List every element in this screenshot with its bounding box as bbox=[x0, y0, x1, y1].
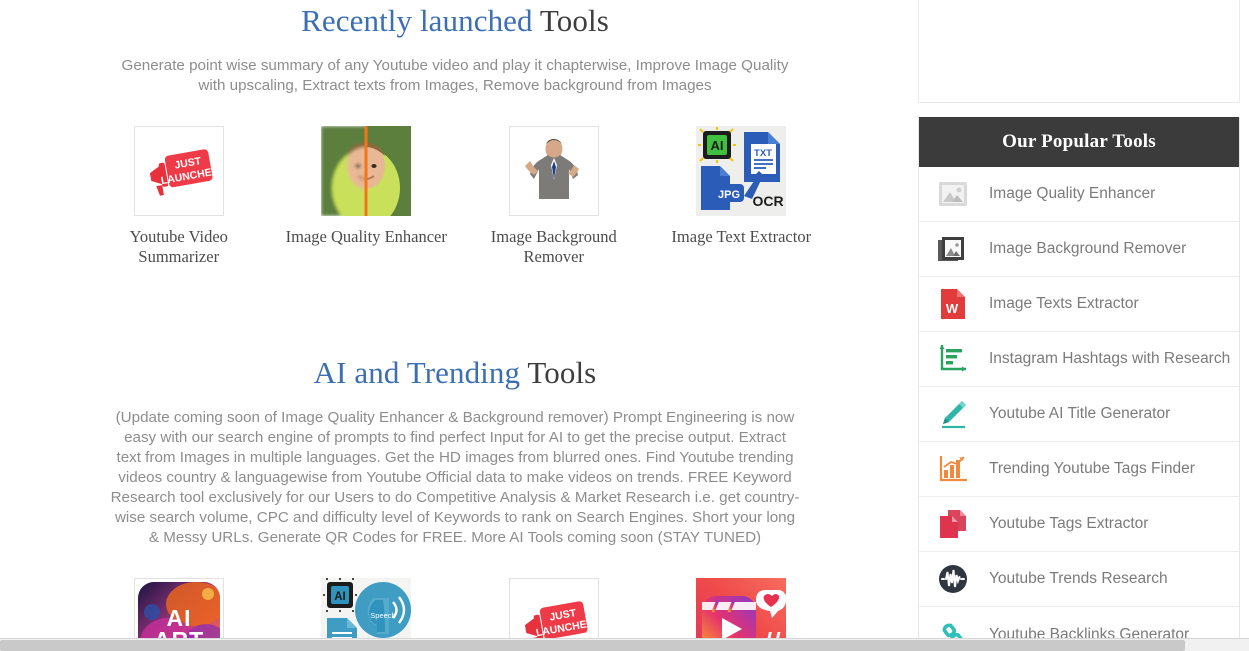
svg-text:AI: AI bbox=[335, 591, 347, 603]
svg-text:Speech: Speech bbox=[371, 611, 396, 620]
sidebar-item-label: Youtube AI Title Generator bbox=[989, 405, 1171, 422]
tool-card-instagram-hashtags[interactable]: 1 # bbox=[648, 578, 836, 645]
tool-card-image-background-remover[interactable]: Image Background Remover bbox=[460, 126, 648, 267]
ad-placeholder-box bbox=[918, 0, 1240, 103]
page-title: Recently launched Tools bbox=[0, 3, 910, 39]
section-title-rest: Tools bbox=[520, 355, 597, 390]
sidebar-item-youtube-tags-extractor[interactable]: Youtube Tags Extractor bbox=[919, 497, 1239, 552]
svg-text:1: 1 bbox=[782, 593, 786, 605]
page-title-highlight: Recently launched bbox=[301, 3, 533, 38]
tool-card-ai-art[interactable]: AI ART bbox=[85, 578, 273, 645]
image-stack-icon bbox=[933, 230, 973, 268]
sidebar-item-youtube-trends-research[interactable]: Youtube Trends Research bbox=[919, 552, 1239, 607]
man-cutout-icon[interactable] bbox=[508, 126, 599, 216]
tool-grid-ai-trending: AI ART AI Speech JUST LAUNCHED 1 bbox=[75, 578, 835, 645]
tool-card-label: Image Quality Enhancer bbox=[285, 227, 447, 246]
sidebar-item-trending-youtube-tags-finder[interactable]: Trending Youtube Tags Finder bbox=[919, 442, 1239, 497]
sidebar-item-label: Youtube Tags Extractor bbox=[989, 515, 1149, 532]
tool-card-label: Image Background Remover bbox=[490, 227, 617, 266]
sidebar-item-instagram-hashtags-research[interactable]: Instagram Hashtags with Research bbox=[919, 332, 1239, 387]
sidebar-item-label: Youtube Trends Research bbox=[989, 570, 1168, 587]
main-content-column: Recently launched Tools Generate point w… bbox=[0, 0, 910, 645]
horizontal-scrollbar[interactable] bbox=[0, 638, 1249, 651]
popular-tools-panel: Our Popular Tools Image Quality Enhancer bbox=[918, 117, 1240, 651]
svg-text:W: W bbox=[946, 301, 959, 316]
tool-card-image-text-extractor[interactable]: AI TXT JPG OCR Image Text Extractor bbox=[648, 126, 836, 267]
portrait-before-after-icon[interactable] bbox=[321, 126, 412, 216]
tool-card-text-to-speech[interactable]: AI Text bbox=[273, 578, 461, 645]
section-title-highlight: AI and Trending bbox=[313, 355, 521, 390]
svg-text:AI: AI bbox=[711, 138, 724, 153]
sidebar-item-image-quality-enhancer[interactable]: Image Quality Enhancer bbox=[919, 167, 1239, 222]
popular-tools-panel-title: Our Popular Tools bbox=[919, 117, 1239, 167]
horizontal-scrollbar-thumb[interactable] bbox=[0, 640, 1185, 651]
sidebar-item-label: Image Texts Extractor bbox=[989, 295, 1139, 312]
copy-pages-icon bbox=[933, 505, 973, 543]
sidebar-item-label: Instagram Hashtags with Research bbox=[989, 350, 1231, 367]
ai-art-brain-icon[interactable]: AI ART bbox=[133, 578, 224, 645]
instagram-reels-hashtag-icon[interactable]: 1 # bbox=[696, 578, 787, 645]
sidebar-item-image-texts-extractor[interactable]: W Image Texts Extractor bbox=[919, 277, 1239, 332]
svg-text:OCR: OCR bbox=[753, 193, 784, 209]
tool-card-just-launched[interactable]: JUST LAUNCHED bbox=[460, 578, 648, 645]
pencil-icon bbox=[933, 395, 973, 433]
tool-card-youtube-video-summarizer[interactable]: JUST LAUNCHED Youtube Video Summarizer bbox=[85, 126, 273, 267]
bar-chart-axis-icon bbox=[933, 340, 973, 378]
tool-card-image-quality-enhancer[interactable]: Image Quality Enhancer bbox=[273, 126, 461, 267]
page-title-rest: Tools bbox=[532, 3, 609, 38]
sidebar-item-label: Image Quality Enhancer bbox=[989, 185, 1156, 202]
sidebar-item-image-background-remover[interactable]: Image Background Remover bbox=[919, 222, 1239, 277]
tool-card-label: Image Text Extractor bbox=[671, 227, 812, 246]
just-launched-megaphone-icon[interactable]: JUST LAUNCHED bbox=[508, 578, 599, 645]
section-description-ai-trending: (Update coming soon of Image Quality Enh… bbox=[110, 409, 800, 546]
tool-card-label: Youtube Video Summarizer bbox=[129, 227, 228, 266]
sidebar-item-label: Trending Youtube Tags Finder bbox=[989, 460, 1195, 477]
svg-text:TXT: TXT bbox=[754, 148, 772, 159]
section-ai-and-trending: AI and Trending Tools (Update coming soo… bbox=[0, 355, 910, 645]
just-launched-megaphone-icon[interactable]: JUST LAUNCHED bbox=[133, 126, 224, 216]
word-document-icon: W bbox=[933, 285, 973, 323]
sidebar-item-youtube-ai-title-generator[interactable]: Youtube AI Title Generator bbox=[919, 387, 1239, 442]
section-title-ai-trending: AI and Trending Tools bbox=[0, 355, 910, 391]
waveform-globe-icon bbox=[933, 560, 973, 598]
trending-chart-icon bbox=[933, 450, 973, 488]
text-to-speech-icon[interactable]: AI Text bbox=[321, 578, 412, 645]
section-description: Generate point wise summary of any Youtu… bbox=[121, 57, 789, 94]
tool-grid-recently-launched: JUST LAUNCHED Youtube Video Summarizer I… bbox=[75, 126, 835, 267]
page-root: Recently launched Tools Generate point w… bbox=[0, 0, 1249, 651]
sidebar: Our Popular Tools Image Quality Enhancer bbox=[918, 0, 1240, 651]
sidebar-item-label: Image Background Remover bbox=[989, 240, 1187, 257]
image-placeholder-icon bbox=[933, 175, 973, 213]
section-recently-launched: Recently launched Tools Generate point w… bbox=[0, 0, 910, 267]
svg-text:JPG: JPG bbox=[718, 189, 740, 201]
ai-ocr-jpg-txt-icon[interactable]: AI TXT JPG OCR bbox=[696, 126, 787, 216]
